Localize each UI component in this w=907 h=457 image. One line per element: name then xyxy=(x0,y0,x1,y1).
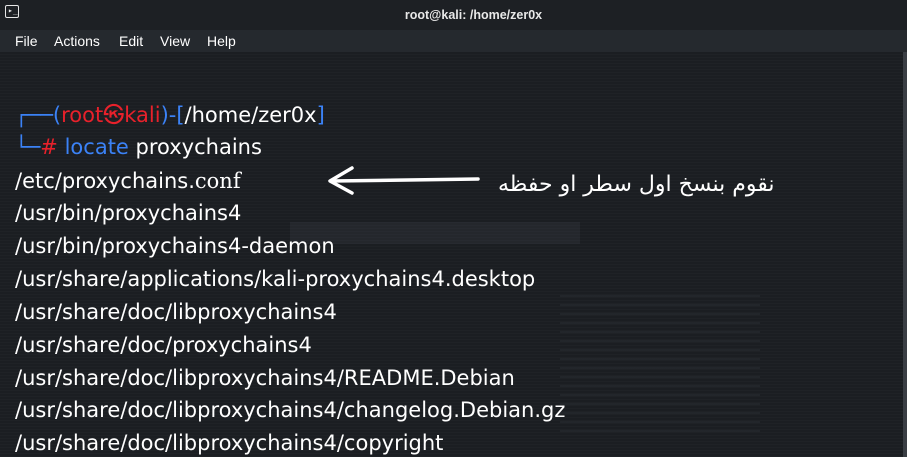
output-first-prefix: /etc/proxychains. xyxy=(15,169,195,193)
arrow-left-icon xyxy=(328,166,480,195)
prompt-user: root xyxy=(61,103,104,127)
prompt-path: /home/zer0x xyxy=(184,103,317,127)
output-line-first[interactable]: /etc/proxychains.conf xyxy=(15,167,241,195)
menu-file[interactable]: File xyxy=(15,30,38,52)
output-line[interactable]: /usr/share/doc/libproxychains4/README.De… xyxy=(15,364,515,392)
prompt-hash: # xyxy=(40,135,58,159)
menu-help[interactable]: Help xyxy=(207,30,236,52)
output-line[interactable]: /usr/share/doc/proxychains4 xyxy=(15,331,312,359)
background-watermark xyxy=(560,292,760,432)
prompt-bracket-end: ] xyxy=(316,103,325,127)
output-line[interactable]: /usr/share/doc/libproxychains4/changelog… xyxy=(15,396,565,424)
menu-bar: File Actions Edit View Help xyxy=(0,30,907,52)
prompt-at-symbol: ㉿ xyxy=(103,103,125,127)
menu-edit[interactable]: Edit xyxy=(119,30,143,52)
output-line[interactable]: /usr/share/applications/kali-proxychains… xyxy=(15,265,535,293)
prompt-line: ┌──(root㉿kali)-[/home/zer0x] xyxy=(15,101,325,129)
prompt-bracket-mid: )-[ xyxy=(160,103,185,127)
prompt-corner-bottom: └─ xyxy=(15,135,41,159)
prompt-corner-top: ┌──( xyxy=(15,103,62,127)
annotation-text: نقوم بنسخ اول سطر او حفظه xyxy=(498,172,775,197)
command-line: └─# locate proxychains xyxy=(15,133,262,161)
window-title: root@kali: /home/zer0x xyxy=(404,8,543,22)
output-line[interactable]: /usr/share/doc/libproxychains4 xyxy=(15,298,337,326)
output-line[interactable]: /usr/share/doc/libproxychains4/copyright xyxy=(15,429,443,457)
prompt-host: kali xyxy=(124,103,161,127)
command-name: locate xyxy=(64,135,129,159)
menu-view[interactable]: View xyxy=(160,30,190,52)
command-argument: proxychains xyxy=(135,135,262,159)
output-line[interactable]: /usr/bin/proxychains4 xyxy=(15,199,241,227)
menu-actions[interactable]: Actions xyxy=(54,30,100,52)
title-bar: ▸_ root@kali: /home/zer0x xyxy=(0,0,907,31)
scrollbar[interactable] xyxy=(903,52,907,457)
output-line[interactable]: /usr/bin/proxychains4-daemon xyxy=(15,232,335,260)
output-first-suffix: conf xyxy=(194,169,241,193)
